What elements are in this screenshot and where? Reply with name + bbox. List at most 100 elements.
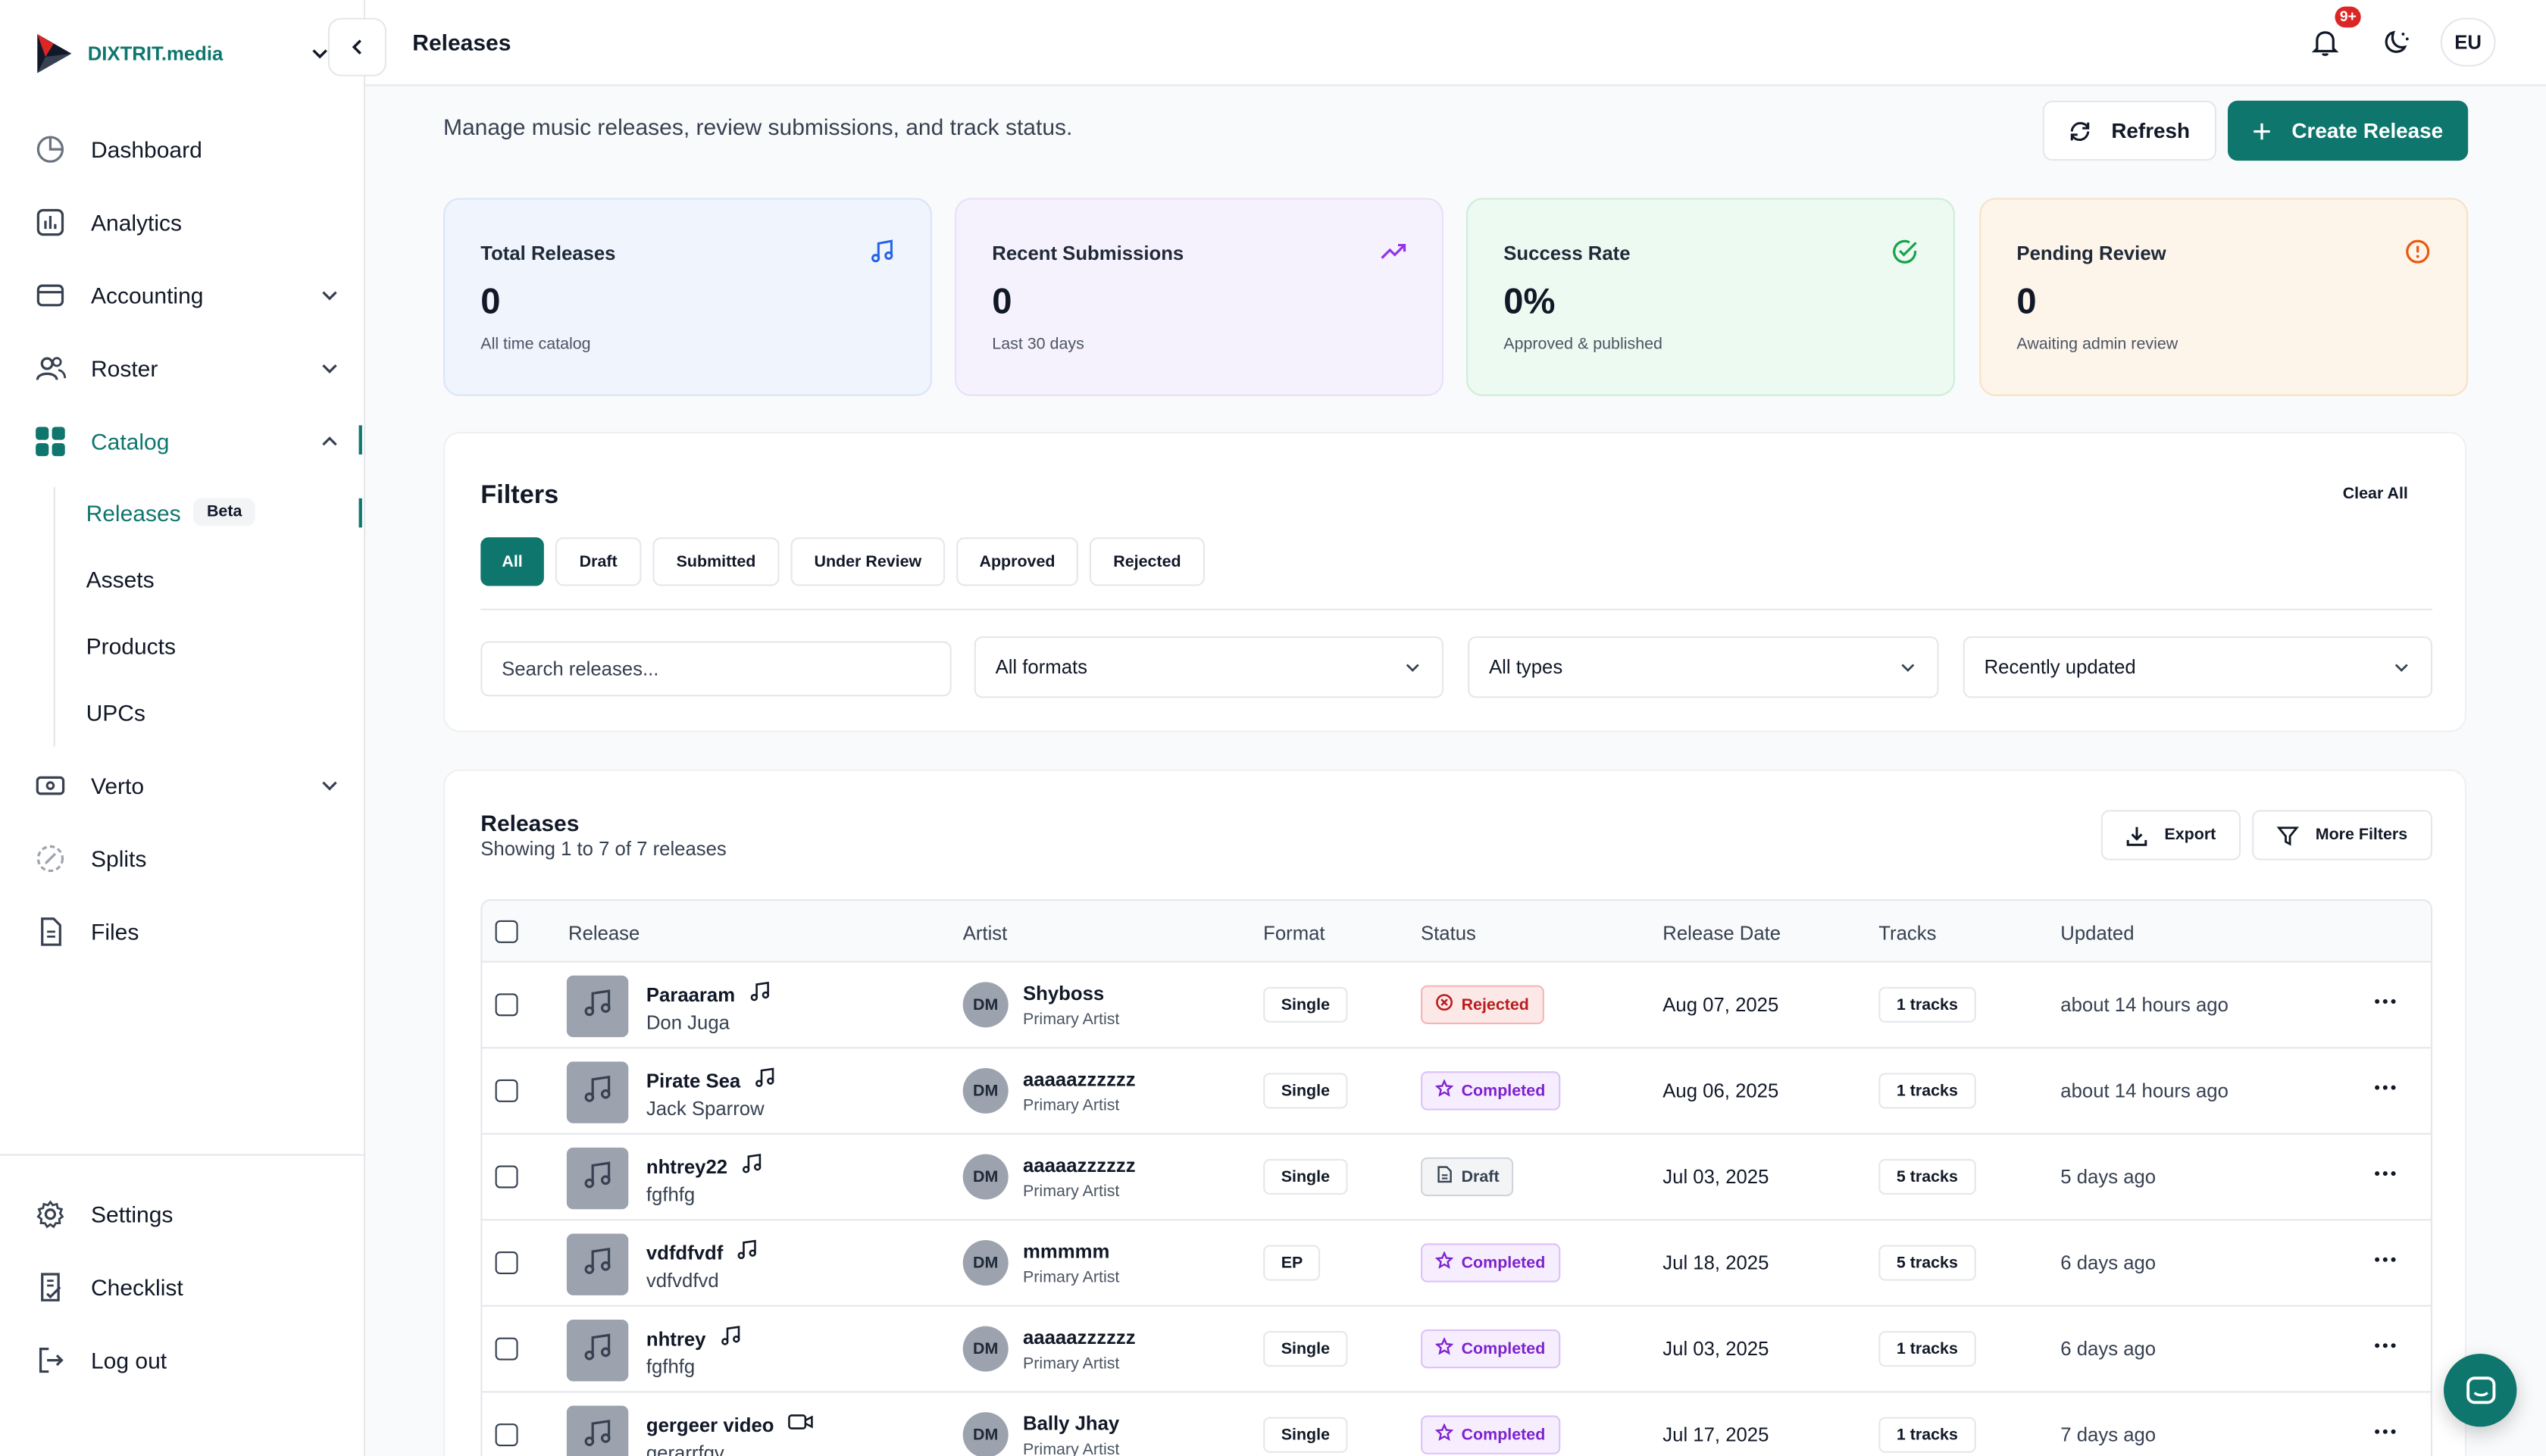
chat-launcher-button[interactable] [2444, 1354, 2517, 1427]
more-filters-button[interactable]: More Filters [2252, 810, 2432, 861]
table-row[interactable]: Pirate Sea Jack Sparrow DM aaaaazzzzzz Prima… [482, 1048, 2431, 1135]
music-note-icon [581, 1158, 614, 1199]
release-name[interactable]: Pirate Sea [646, 1067, 777, 1094]
brand-name: DIXTRIT.media [87, 42, 224, 65]
status-badge: Completed [1421, 1071, 1560, 1111]
sidebar-divider [0, 1154, 366, 1156]
more-actions-icon[interactable] [2372, 1419, 2398, 1445]
format-select[interactable]: All formats [974, 636, 1443, 698]
sidebar-item-logout[interactable]: Log out [33, 1341, 341, 1379]
column-header[interactable]: Release Date [1662, 922, 1781, 945]
filter-pill-under-review[interactable]: Under Review [790, 537, 946, 586]
release-name[interactable]: gergeer video [646, 1411, 813, 1438]
row-checkbox[interactable] [495, 1165, 518, 1189]
row-checkbox[interactable] [495, 993, 518, 1017]
stat-desc: Awaiting admin review [2016, 336, 2178, 355]
column-header[interactable]: Tracks [1878, 922, 1936, 945]
create-release-button[interactable]: Create Release [2228, 100, 2469, 161]
search-input[interactable] [480, 641, 952, 697]
sidebar-subitem-upcs[interactable]: UPCs [86, 700, 145, 726]
filters-divider [480, 608, 2433, 611]
pie-chart-icon [33, 132, 68, 167]
clear-all-button[interactable]: Clear All [2343, 486, 2408, 504]
stat-desc: Approved & published [1503, 336, 1662, 355]
sort-select[interactable]: Recently updated [1963, 636, 2432, 698]
more-actions-icon[interactable] [2372, 1247, 2398, 1273]
sidebar-item-accounting[interactable]: Accounting [33, 276, 341, 314]
table-row[interactable]: Paraaram Don Juga DM Shyboss Primary Artist S… [482, 963, 2431, 1049]
filter-pill-rejected[interactable]: Rejected [1089, 537, 1205, 586]
release-thumbnail[interactable] [566, 1405, 629, 1456]
row-checkbox[interactable] [495, 1251, 518, 1275]
sidebar-item-roster[interactable]: Roster [33, 349, 341, 388]
type-select[interactable]: All types [1468, 636, 1939, 698]
tracks-badge: 1 tracks [1878, 1417, 1976, 1453]
release-thumbnail[interactable] [566, 1147, 629, 1210]
release-date: Aug 06, 2025 [1662, 1079, 1779, 1102]
bell-icon[interactable] [2309, 26, 2341, 58]
sidebar-item-files[interactable]: Files [33, 912, 341, 951]
release-name[interactable]: vdfdfvdf [646, 1239, 759, 1266]
release-thumbnail[interactable] [566, 1233, 629, 1295]
filter-pill-draft[interactable]: Draft [555, 537, 642, 586]
sidebar-subitem-label: Products [86, 633, 176, 659]
row-checkbox[interactable] [495, 1079, 518, 1102]
release-thumbnail[interactable] [566, 1061, 629, 1123]
column-header[interactable]: Artist [963, 922, 1008, 945]
trending-up-icon [1381, 243, 1406, 259]
stat-card-recent-submissions: Recent Submissions 0 Last 30 days [955, 198, 1443, 396]
table-row[interactable]: nhtrey22 fgfhfg DM aaaaazzzzzz Primary Artis… [482, 1135, 2431, 1221]
moon-icon[interactable] [2380, 26, 2413, 58]
release-name[interactable]: Paraaram [646, 980, 771, 1008]
sidebar-item-checklist[interactable]: Checklist [33, 1267, 341, 1306]
more-actions-icon[interactable] [2372, 1333, 2398, 1358]
sidebar-subitem-products[interactable]: Products [86, 633, 176, 659]
row-checkbox[interactable] [495, 1423, 518, 1447]
sidebar-item-splits[interactable]: Splits [33, 839, 341, 878]
filter-pill-approved[interactable]: Approved [956, 537, 1078, 586]
row-checkbox[interactable] [495, 1337, 518, 1361]
sidebar-subitem-releases[interactable]: Releases Beta [86, 498, 255, 526]
more-actions-icon[interactable] [2372, 1074, 2398, 1100]
export-button[interactable]: Export [2100, 810, 2241, 861]
release-subtitle: fgfhfg [646, 1183, 696, 1207]
sidebar-subitem-assets[interactable]: Assets [86, 567, 155, 592]
release-title: gergeer video [646, 1413, 774, 1436]
column-header[interactable]: Format [1263, 922, 1325, 945]
sidebar-item-label: Analytics [91, 209, 183, 236]
column-header[interactable]: Release [568, 922, 640, 945]
artist-avatar: DM [962, 1412, 1009, 1456]
table-header: Release Artist Format Status Release Dat… [482, 901, 2431, 963]
collapse-sidebar-button[interactable] [327, 17, 386, 77]
format-badge: Single [1263, 986, 1348, 1023]
release-name[interactable]: nhtrey22 [646, 1152, 763, 1179]
more-actions-icon[interactable] [2372, 1161, 2398, 1186]
column-header[interactable]: Updated [2060, 922, 2134, 945]
sidebar-item-verto[interactable]: Verto [33, 766, 341, 805]
sidebar-item-dashboard[interactable]: Dashboard [33, 130, 341, 168]
column-header[interactable]: Status [1421, 922, 1476, 945]
sidebar-item-settings[interactable]: Settings [33, 1195, 341, 1233]
music-note-icon [581, 1417, 614, 1456]
active-indicator [358, 498, 362, 528]
release-thumbnail[interactable] [566, 975, 629, 1038]
select-all-checkbox[interactable] [495, 920, 518, 943]
release-title: Paraaram [646, 983, 736, 1006]
sidebar-item-analytics[interactable]: Analytics [33, 203, 341, 242]
table-row[interactable]: nhtrey fgfhfg DM aaaaazzzzzz Primary Artist S… [482, 1307, 2431, 1393]
sidebar-item-catalog[interactable]: Catalog [33, 422, 341, 461]
release-thumbnail[interactable] [566, 1320, 629, 1382]
sidebar: DIXTRIT.media Dashboard Analytics Accoun… [0, 0, 366, 1456]
table-row[interactable]: vdfdfvdf vdfvdfvd DM mmmmm Primary Artist EP C… [482, 1220, 2431, 1307]
refresh-icon [2071, 121, 2090, 140]
table-row[interactable]: gergeer video gerarrfgv DM Bally Jhay Primar… [482, 1392, 2430, 1456]
brand[interactable]: DIXTRIT.media [33, 30, 223, 78]
release-subtitle: Jack Sparrow [646, 1097, 765, 1120]
format-badge: EP [1263, 1245, 1321, 1281]
release-name[interactable]: nhtrey [646, 1324, 742, 1351]
filter-pill-all[interactable]: All [480, 537, 544, 586]
more-actions-icon[interactable] [2372, 989, 2398, 1014]
user-avatar[interactable]: EU [2440, 17, 2496, 67]
filter-pill-submitted[interactable]: Submitted [652, 537, 780, 586]
refresh-button[interactable]: Refresh [2042, 100, 2216, 161]
